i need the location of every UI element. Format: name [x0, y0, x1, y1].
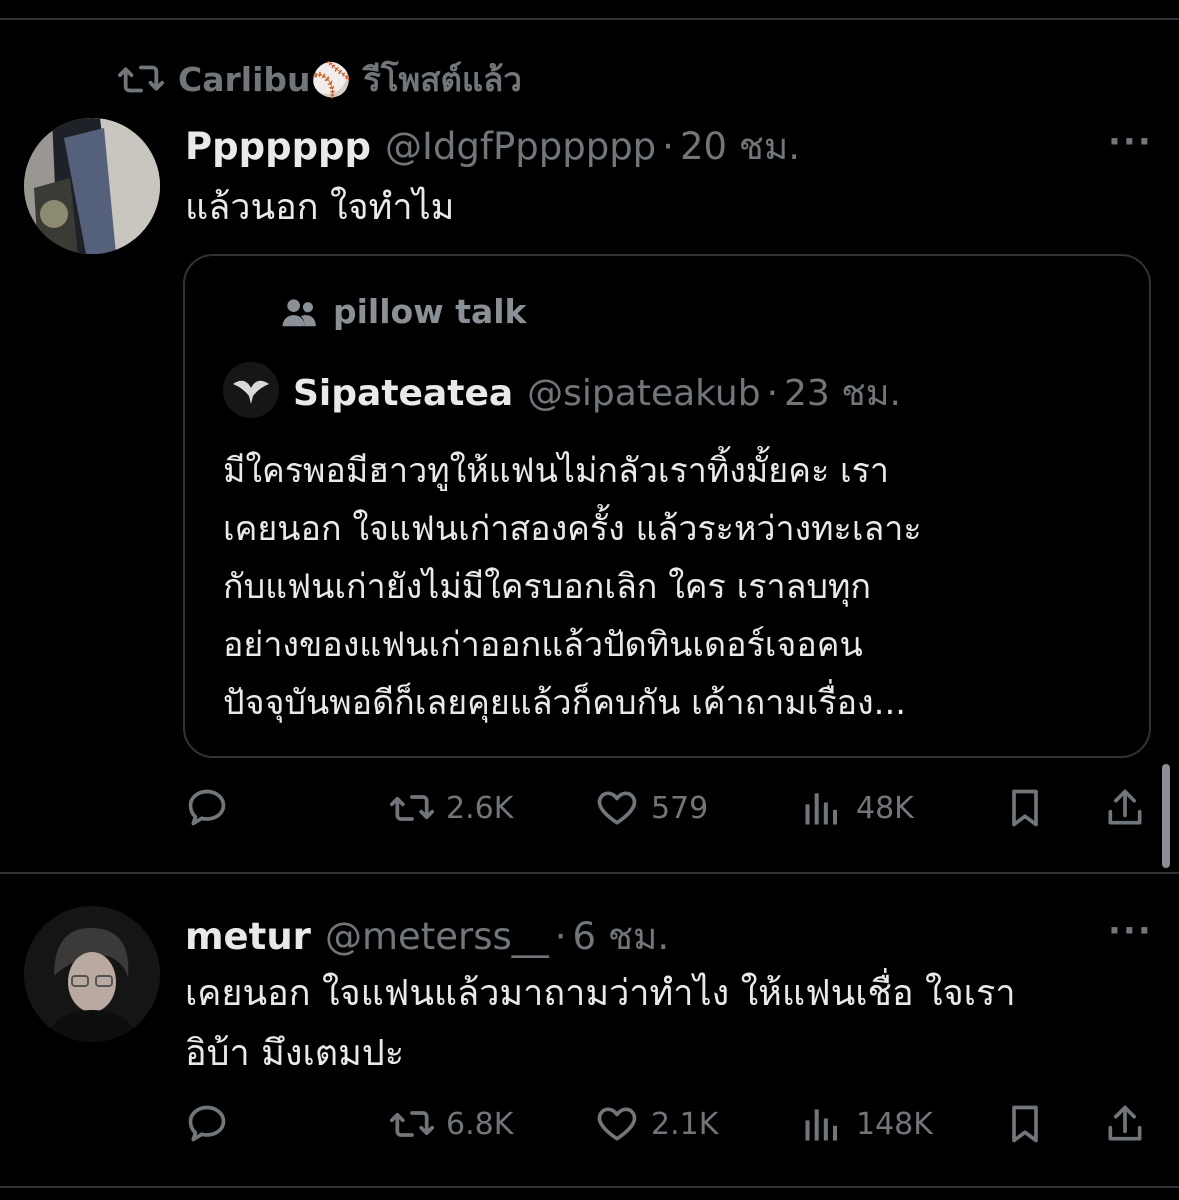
quoted-text-line: กับแฟนเก่ายังไม่มีใครบอกเลิก ใคร เราลบทุ… — [223, 567, 871, 607]
repost-label: รีโพสต์แล้ว — [363, 59, 522, 99]
quoted-text-line: อย่างของแฟนเก่าออกแล้วปัดทินเดอร์เจอคน — [223, 625, 863, 665]
timestamp[interactable]: 20 ชม. — [680, 117, 800, 176]
tweet-actions: 6.8K 2.1K 148K — [185, 1102, 1155, 1152]
tweet-header: metur @meterss__ · 6 ชม. — [185, 907, 669, 966]
tweet-text: เคยนอก ใจแฟนแล้วมาถามว่าทำไง ให้แฟนเชื่อ… — [185, 964, 1155, 1084]
share-icon — [1108, 789, 1142, 825]
repost-count: 6.8K — [446, 1106, 514, 1142]
views-icon — [805, 793, 838, 825]
repost-indicator[interactable]: Carlibu⚾ รีโพสต์แล้ว — [118, 56, 522, 102]
like-button[interactable]: 579 — [595, 786, 708, 830]
heart-icon — [597, 1107, 637, 1141]
quoted-user-handle[interactable]: @sipateakub — [527, 373, 760, 414]
community-icon — [282, 298, 316, 326]
tweet-text-line: เคยนอก ใจแฟนแล้วมาถามว่าทำไง ให้แฟนเชื่อ… — [185, 973, 1016, 1014]
like-button[interactable]: 2.1K — [595, 1102, 718, 1146]
repost-icon — [118, 65, 164, 93]
baseball-emoji: ⚾ — [310, 59, 352, 99]
more-options-icon[interactable]: ··· — [1108, 911, 1153, 951]
repost-icon — [390, 795, 434, 821]
quoted-tweet-text: มีใครพอมีฮาวทูให้แฟนไม่กลัวเราทิ้งมั้ยคะ… — [223, 442, 1123, 732]
tweet-text: แล้วนอก ใจทำไม — [185, 187, 455, 228]
bottom-divider — [0, 1186, 1179, 1188]
repost-button[interactable]: 2.6K — [390, 786, 513, 830]
user-handle[interactable]: @meterss__ — [325, 915, 549, 958]
view-count: 148K — [856, 1106, 933, 1142]
tweet-text-line: อิบ้า มึงเตมปะ — [185, 1033, 405, 1074]
user-handle[interactable]: @IdgfPpppppp — [385, 125, 656, 168]
heart-icon — [597, 791, 637, 825]
quoted-text-line: ปัจจุบันพอดีก็เลยคุยแล้วก็คบกัน เค้าถามเ… — [223, 683, 907, 723]
timestamp[interactable]: 6 ชม. — [573, 907, 670, 966]
view-count: 48K — [856, 790, 914, 826]
quoted-tweet-header: Sipateatea @sipateakub · 23 ชม. — [293, 364, 901, 421]
reply-icon — [188, 1105, 226, 1142]
reply-icon — [188, 789, 226, 826]
repost-user[interactable]: Carlibu — [178, 60, 311, 99]
avatar[interactable] — [24, 118, 160, 254]
bookmark-button[interactable] — [1003, 786, 1047, 830]
tweet-header: Ppppppp @IdgfPpppppp · 20 ชม. — [185, 117, 800, 176]
community-name: pillow talk — [333, 292, 527, 331]
views-button[interactable]: 48K — [800, 786, 914, 830]
reply-button[interactable] — [185, 1102, 241, 1146]
quoted-timestamp[interactable]: 23 ชม. — [784, 364, 901, 421]
repost-button[interactable]: 6.8K — [390, 1102, 513, 1146]
separator-dot: · — [662, 125, 674, 168]
bookmark-icon — [1012, 789, 1038, 827]
like-count: 2.1K — [651, 1106, 719, 1142]
bookmark-icon — [1012, 1105, 1038, 1143]
views-icon — [805, 1109, 838, 1141]
quoted-text-line: เคยนอก ใจแฟนเก่าสองครั้ง แล้วระหว่างทะเล… — [223, 509, 922, 549]
share-button[interactable] — [1103, 1102, 1147, 1146]
repost-count: 2.6K — [446, 790, 514, 826]
share-icon — [1108, 1105, 1142, 1141]
views-button[interactable]: 148K — [800, 1102, 933, 1146]
bookmark-button[interactable] — [1003, 1102, 1047, 1146]
share-button[interactable] — [1103, 786, 1147, 830]
reply-button[interactable] — [185, 786, 241, 830]
tweet-actions: 2.6K 579 48K — [185, 786, 1155, 836]
display-name[interactable]: Ppppppp — [185, 125, 371, 168]
like-count: 579 — [651, 790, 709, 826]
avatar[interactable] — [24, 906, 160, 1042]
top-divider — [0, 18, 1179, 20]
separator-dot: · — [766, 373, 779, 414]
display-name[interactable]: metur — [185, 915, 311, 958]
community-label[interactable]: pillow talk — [281, 292, 527, 331]
more-options-icon[interactable]: ··· — [1108, 122, 1153, 162]
separator-dot: · — [554, 915, 567, 958]
quoted-tweet-card[interactable]: pillow talk Sipateatea @sipateakub · 23 … — [183, 254, 1151, 758]
quoted-avatar[interactable] — [223, 362, 279, 418]
repost-icon — [390, 1111, 434, 1137]
scrollbar[interactable] — [1162, 764, 1170, 868]
quoted-text-line: มีใครพอมีฮาวทูให้แฟนไม่กลัวเราทิ้งมั้ยคะ… — [223, 451, 889, 491]
tweet-divider — [0, 872, 1179, 874]
quoted-display-name[interactable]: Sipateatea — [293, 373, 513, 414]
